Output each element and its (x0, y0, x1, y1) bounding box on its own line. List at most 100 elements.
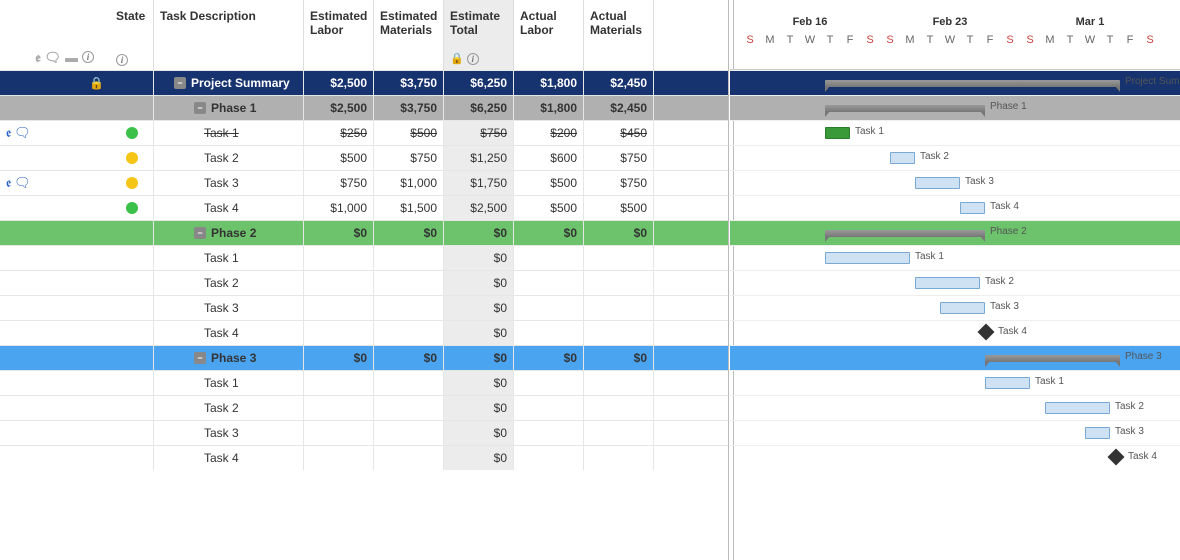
cell[interactable]: −Project Summary (154, 70, 304, 95)
cell[interactable] (0, 320, 110, 345)
gantt-row[interactable]: Task 4 (730, 320, 1180, 345)
cell[interactable]: Task 2 (154, 270, 304, 295)
gantt-row[interactable]: Project Sum (730, 70, 1180, 95)
cell[interactable] (304, 295, 374, 320)
cell[interactable] (584, 370, 654, 395)
cell[interactable]: Task 1 (154, 245, 304, 270)
cell[interactable]: $750 (444, 120, 514, 145)
gantt-row[interactable]: Task 1 (730, 245, 1180, 270)
state-dot[interactable] (126, 202, 138, 214)
collapse-toggle[interactable]: − (194, 352, 206, 364)
cell[interactable] (584, 320, 654, 345)
gantt-bar[interactable] (1085, 427, 1110, 439)
cell[interactable]: $0 (584, 345, 654, 370)
cell[interactable] (110, 195, 154, 220)
cell[interactable]: $3,750 (374, 70, 444, 95)
cell[interactable] (110, 420, 154, 445)
cell[interactable] (110, 270, 154, 295)
cell[interactable] (654, 420, 730, 445)
cell[interactable] (514, 270, 584, 295)
cell[interactable] (0, 345, 110, 370)
gantt-row[interactable]: Task 3 (730, 420, 1180, 445)
cell[interactable] (0, 395, 110, 420)
cell[interactable]: Task 3 (154, 170, 304, 195)
cell[interactable] (0, 445, 110, 470)
est-labor-header[interactable]: Estimated Labor (304, 0, 374, 70)
cell[interactable]: $0 (374, 345, 444, 370)
cell[interactable] (0, 145, 110, 170)
cell[interactable] (654, 395, 730, 420)
gantt-bar[interactable] (960, 202, 985, 214)
cell[interactable] (110, 120, 154, 145)
cell[interactable] (110, 95, 154, 120)
cell[interactable]: 🔒 (0, 70, 110, 95)
cell[interactable] (514, 420, 584, 445)
cell[interactable]: $1,800 (514, 70, 584, 95)
cell[interactable] (374, 245, 444, 270)
cell[interactable] (110, 295, 154, 320)
cell[interactable]: $500 (374, 120, 444, 145)
cell[interactable] (374, 395, 444, 420)
cell[interactable]: Task 2 (154, 145, 304, 170)
cell[interactable]: $1,800 (514, 95, 584, 120)
cell[interactable] (654, 220, 730, 245)
cell[interactable] (304, 320, 374, 345)
gantt-bar[interactable] (915, 277, 980, 289)
cell[interactable]: $500 (304, 145, 374, 170)
cell[interactable]: $600 (514, 145, 584, 170)
cell[interactable]: −Phase 1 (154, 95, 304, 120)
collapse-toggle[interactable]: − (194, 102, 206, 114)
cell[interactable]: $500 (514, 195, 584, 220)
collapse-toggle[interactable]: − (174, 77, 186, 89)
gantt-bar[interactable] (915, 177, 960, 189)
gantt-bar[interactable] (940, 302, 985, 314)
gantt-row[interactable]: Task 1 (730, 370, 1180, 395)
cell[interactable] (584, 420, 654, 445)
cell[interactable] (110, 145, 154, 170)
cell[interactable]: $2,500 (444, 195, 514, 220)
cell[interactable] (110, 245, 154, 270)
cell[interactable]: $2,500 (304, 95, 374, 120)
cell[interactable] (304, 445, 374, 470)
act-mat-header[interactable]: Actual Materials (584, 0, 654, 70)
cell[interactable]: $0 (444, 445, 514, 470)
cell[interactable]: Task 3 (154, 420, 304, 445)
cell[interactable]: $750 (584, 145, 654, 170)
est-total-header[interactable]: Estimate Total🔒 i (444, 0, 514, 70)
cell[interactable] (304, 370, 374, 395)
cell[interactable]: $0 (304, 345, 374, 370)
cell[interactable]: $1,500 (374, 195, 444, 220)
cell[interactable] (0, 95, 110, 120)
gantt-bar[interactable] (825, 127, 850, 139)
comment-icon[interactable]: 🗨 (14, 175, 31, 191)
cell[interactable] (0, 270, 110, 295)
attach-icon[interactable]: 𝖊 (6, 175, 11, 191)
state-dot[interactable] (126, 152, 138, 164)
cell[interactable] (110, 170, 154, 195)
cell[interactable]: $0 (444, 395, 514, 420)
gantt-row[interactable]: Phase 1 (730, 95, 1180, 120)
cell[interactable]: $0 (444, 320, 514, 345)
cell[interactable] (374, 420, 444, 445)
cell[interactable]: $0 (444, 420, 514, 445)
cell[interactable] (514, 395, 584, 420)
gantt-row[interactable]: Task 3 (730, 170, 1180, 195)
cell[interactable]: $750 (374, 145, 444, 170)
act-labor-header[interactable]: Actual Labor (514, 0, 584, 70)
cell[interactable]: Task 1 (154, 120, 304, 145)
cell[interactable]: $250 (304, 120, 374, 145)
cell[interactable] (374, 295, 444, 320)
cell[interactable]: 𝖊🗨 (0, 120, 110, 145)
attach-icon[interactable]: 𝖊 (6, 125, 11, 141)
cell[interactable]: $0 (444, 295, 514, 320)
cell[interactable]: $0 (444, 270, 514, 295)
cell[interactable] (110, 395, 154, 420)
cell[interactable] (514, 445, 584, 470)
cell[interactable] (654, 370, 730, 395)
gantt-row[interactable]: Phase 2 (730, 220, 1180, 245)
cell[interactable]: $0 (444, 220, 514, 245)
cell[interactable]: Task 3 (154, 295, 304, 320)
cell[interactable]: $500 (584, 195, 654, 220)
cell[interactable] (304, 395, 374, 420)
cell[interactable]: $750 (584, 170, 654, 195)
